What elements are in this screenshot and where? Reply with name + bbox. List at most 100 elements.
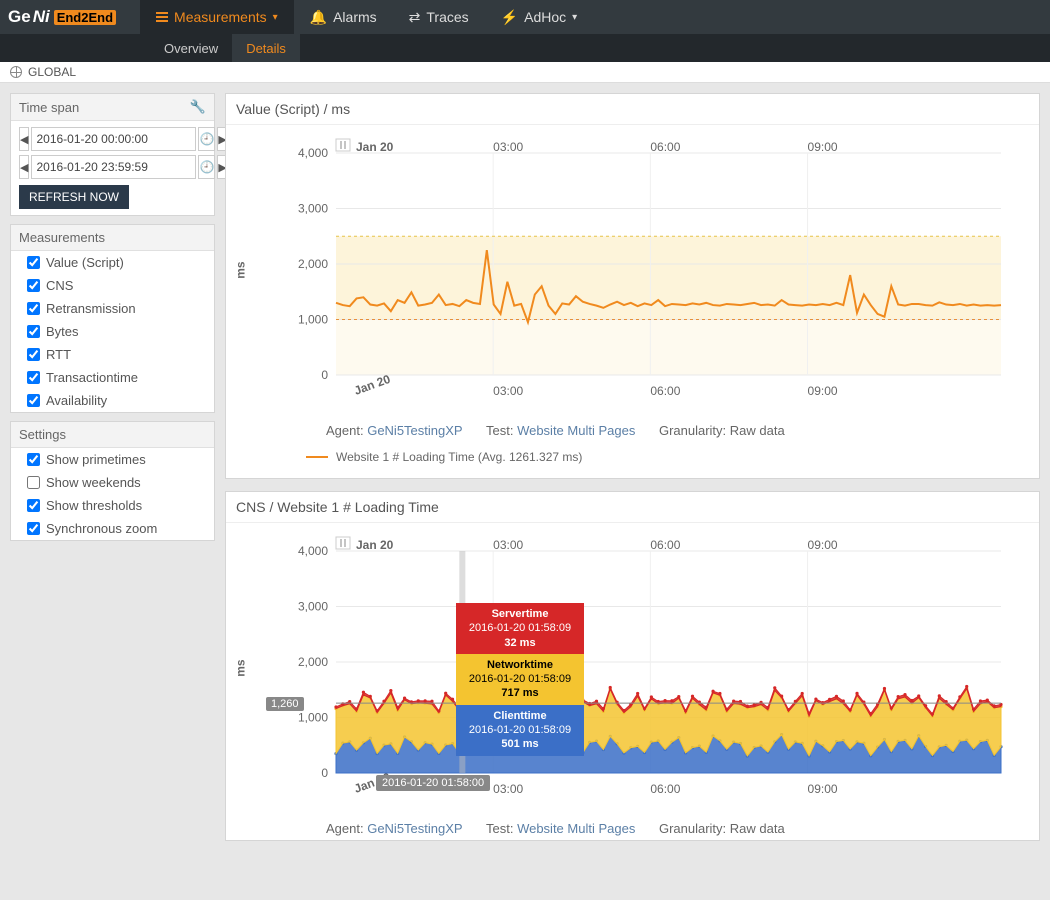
svg-text:3,000: 3,000 <box>298 202 328 216</box>
setting-item[interactable]: Show thresholds <box>11 494 214 517</box>
logo-text: Ge <box>8 7 31 27</box>
panel-title: Settings <box>19 427 66 442</box>
svg-text:06:00: 06:00 <box>650 538 680 552</box>
svg-text:Jan 20: Jan 20 <box>352 372 392 398</box>
logo-badge: End2End <box>54 10 116 25</box>
checkbox[interactable] <box>27 302 40 315</box>
bell-icon: 🔔 <box>310 9 327 26</box>
svg-text:3,000: 3,000 <box>298 600 328 614</box>
time-from-input[interactable] <box>31 127 196 151</box>
measurement-item[interactable]: CNS <box>11 274 214 297</box>
chart-title: CNS / Website 1 # Loading Time <box>226 492 1039 523</box>
main: Value (Script) / ms ms 01,0002,0003,0004… <box>225 93 1040 853</box>
clock-icon[interactable]: 🕘 <box>198 155 215 179</box>
checkbox-label: RTT <box>46 347 71 362</box>
svg-text:06:00: 06:00 <box>650 782 680 796</box>
checkbox[interactable] <box>27 476 40 489</box>
svg-text:03:00: 03:00 <box>493 140 523 154</box>
checkbox[interactable] <box>27 522 40 535</box>
time-prev-button[interactable]: ◀ <box>19 155 29 179</box>
refresh-button[interactable]: REFRESH NOW <box>19 185 129 209</box>
exchange-icon: ⇄ <box>409 9 421 26</box>
measurement-item[interactable]: Availability <box>11 389 214 412</box>
chart-legend: Website 1 # Loading Time (Avg. 1261.327 … <box>226 442 1039 478</box>
chevron-down-icon: ▾ <box>273 12 278 23</box>
checkbox[interactable] <box>27 325 40 338</box>
measurement-item[interactable]: Value (Script) <box>11 251 214 274</box>
breadcrumb: GLOBAL <box>0 62 1050 83</box>
svg-text:0: 0 <box>321 766 328 780</box>
checkbox-label: Retransmission <box>46 301 136 316</box>
checkbox[interactable] <box>27 394 40 407</box>
svg-text:09:00: 09:00 <box>808 140 838 154</box>
checkbox[interactable] <box>27 279 40 292</box>
agent-link[interactable]: GeNi5TestingXP <box>367 821 462 836</box>
setting-item[interactable]: Show weekends <box>11 471 214 494</box>
y-axis-label: ms <box>234 261 248 278</box>
sub-nav: Overview Details <box>0 34 1050 62</box>
measurement-item[interactable]: Bytes <box>11 320 214 343</box>
svg-text:2,000: 2,000 <box>298 655 328 669</box>
nav-alarms[interactable]: 🔔 Alarms <box>294 0 393 34</box>
checkbox-label: Show thresholds <box>46 498 142 513</box>
test-link[interactable]: Website Multi Pages <box>517 821 635 836</box>
nav-traces[interactable]: ⇄ Traces <box>393 0 485 34</box>
globe-icon <box>10 66 22 78</box>
nav-measurements[interactable]: Measurements ▾ <box>140 0 294 34</box>
bolt-icon: ⚡ <box>501 9 518 26</box>
checkbox-label: Availability <box>46 393 107 408</box>
checkbox-label: Show weekends <box>46 475 141 490</box>
chart-meta: Agent: GeNi5TestingXP Test: Website Mult… <box>226 813 1039 840</box>
tab-overview[interactable]: Overview <box>150 34 232 62</box>
chart-canvas[interactable]: 01,0002,0003,0004,000Jan 20Jan 2003:0003… <box>286 533 1006 813</box>
svg-text:Jan 20: Jan 20 <box>356 140 394 154</box>
tooltip-network: Networktime 2016-01-20 01:58:09 717 ms <box>456 654 584 705</box>
checkbox[interactable] <box>27 348 40 361</box>
test-link[interactable]: Website Multi Pages <box>517 423 635 438</box>
setting-item[interactable]: Show primetimes <box>11 448 214 471</box>
chart-canvas[interactable]: 01,0002,0003,0004,000Jan 20Jan 2003:0003… <box>286 135 1006 415</box>
svg-text:03:00: 03:00 <box>493 384 523 398</box>
checkbox[interactable] <box>27 453 40 466</box>
checkbox-label: Show primetimes <box>46 452 146 467</box>
checkbox-label: Value (Script) <box>46 255 124 270</box>
svg-text:06:00: 06:00 <box>650 384 680 398</box>
checkbox-label: CNS <box>46 278 73 293</box>
bars-icon <box>156 9 168 25</box>
y-cursor-badge: 1,260 <box>266 697 304 711</box>
measurement-item[interactable]: RTT <box>11 343 214 366</box>
chart-cns: CNS / Website 1 # Loading Time ms 01,000… <box>225 491 1040 841</box>
checkbox[interactable] <box>27 499 40 512</box>
panel-title: Time span <box>19 100 79 115</box>
time-cursor-badge: 2016-01-20 01:58:00 <box>376 775 490 791</box>
checkbox-label: Bytes <box>46 324 79 339</box>
chart-meta: Agent: GeNi5TestingXP Test: Website Mult… <box>226 415 1039 442</box>
sidebar: Time span 🔧 ◀ 🕘 ▶ ◀ 🕘 ▶ REFRESH NOW <box>10 93 215 853</box>
settings-panel: Settings Show primetimes Show weekends Sho… <box>10 421 215 541</box>
chart-title: Value (Script) / ms <box>226 94 1039 125</box>
tooltip: Servertime 2016-01-20 01:58:09 32 ms Net… <box>456 603 584 756</box>
clock-icon[interactable]: 🕘 <box>198 127 215 151</box>
svg-text:09:00: 09:00 <box>808 782 838 796</box>
chevron-down-icon: ▾ <box>572 12 577 23</box>
measurement-item[interactable]: Retransmission <box>11 297 214 320</box>
svg-text:09:00: 09:00 <box>808 384 838 398</box>
svg-text:4,000: 4,000 <box>298 544 328 558</box>
checkbox[interactable] <box>27 256 40 269</box>
tab-details[interactable]: Details <box>232 34 300 62</box>
svg-text:0: 0 <box>321 368 328 382</box>
checkbox[interactable] <box>27 371 40 384</box>
nav-adhoc[interactable]: ⚡ AdHoc ▾ <box>485 0 594 34</box>
time-prev-button[interactable]: ◀ <box>19 127 29 151</box>
setting-item[interactable]: Synchronous zoom <box>11 517 214 540</box>
svg-text:Jan 20: Jan 20 <box>356 538 394 552</box>
svg-text:06:00: 06:00 <box>650 140 680 154</box>
time-to-input[interactable] <box>31 155 196 179</box>
wrench-icon[interactable]: 🔧 <box>190 99 206 115</box>
panel-title: Measurements <box>19 230 105 245</box>
legend-swatch <box>306 456 328 458</box>
tooltip-client: Clienttime 2016-01-20 01:58:09 501 ms <box>456 705 584 756</box>
agent-link[interactable]: GeNi5TestingXP <box>367 423 462 438</box>
tooltip-server: Servertime 2016-01-20 01:58:09 32 ms <box>456 603 584 654</box>
measurement-item[interactable]: Transactiontime <box>11 366 214 389</box>
